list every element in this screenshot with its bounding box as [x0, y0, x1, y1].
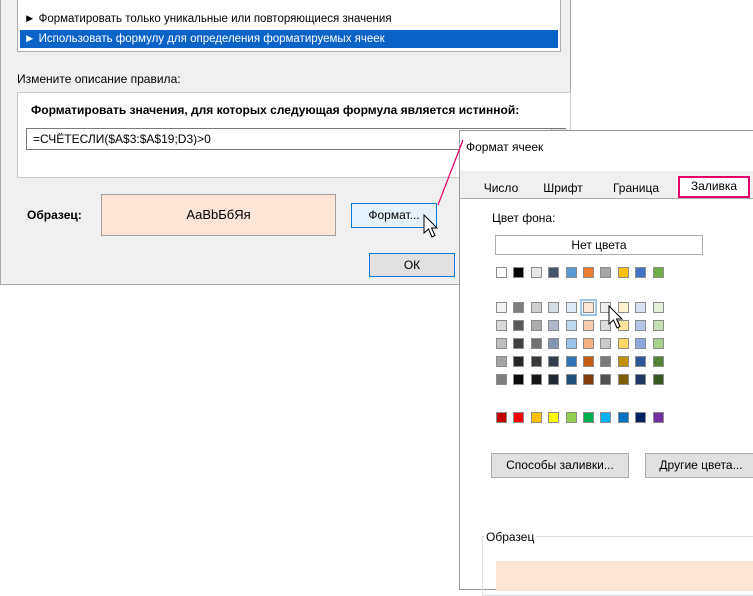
tab-panel-border [460, 198, 753, 199]
color-swatch-tint4-5[interactable] [566, 356, 577, 367]
color-swatch-tint2-9[interactable] [635, 320, 646, 331]
tab-strip: Число Шрифт Граница Заливка [460, 171, 753, 198]
color-swatch-tint1-3[interactable] [531, 302, 542, 313]
sample-group-label: Образец [484, 530, 537, 544]
color-swatch-standard-5[interactable] [566, 412, 577, 423]
color-swatch-tint1-4[interactable] [548, 302, 559, 313]
color-swatch-tint3-1[interactable] [496, 338, 507, 349]
rule-type-list[interactable]: ► Форматировать только уникальные или по… [17, 0, 561, 52]
color-swatch-tint4-2[interactable] [513, 356, 524, 367]
color-swatch-standard-3[interactable] [531, 412, 542, 423]
color-swatch-tint4-4[interactable] [548, 356, 559, 367]
color-swatch-theme-7[interactable] [600, 267, 611, 278]
color-swatch-theme-10[interactable] [653, 267, 664, 278]
color-swatch-standard-6[interactable] [583, 412, 594, 423]
color-swatch-tint4-9[interactable] [635, 356, 646, 367]
tab-font[interactable]: Шрифт [534, 178, 592, 198]
color-swatch-tint5-9[interactable] [635, 374, 646, 385]
dialog-title: Формат ячеек [466, 140, 544, 154]
color-swatch-tint5-8[interactable] [618, 374, 629, 385]
color-swatch-theme-5[interactable] [566, 267, 577, 278]
color-swatch-tint3-9[interactable] [635, 338, 646, 349]
color-swatch-tint3-2[interactable] [513, 338, 524, 349]
formula-group-title: Форматировать значения, для которых след… [31, 103, 520, 117]
color-swatch-tint1-2[interactable] [513, 302, 524, 313]
color-swatch-standard-8[interactable] [618, 412, 629, 423]
color-swatch-tint2-6[interactable] [583, 320, 594, 331]
color-swatch-tint3-7[interactable] [600, 338, 611, 349]
color-swatch-theme-1[interactable] [496, 267, 507, 278]
sample-preview: АаВbБбЯя [101, 194, 336, 236]
color-swatch-tint3-8[interactable] [618, 338, 629, 349]
color-swatch-standard-9[interactable] [635, 412, 646, 423]
color-swatch-tint3-6[interactable] [583, 338, 594, 349]
color-swatch-tint2-3[interactable] [531, 320, 542, 331]
color-swatch-tint5-5[interactable] [566, 374, 577, 385]
rule-type-unique-duplicate[interactable]: ► Форматировать только уникальные или по… [20, 10, 558, 28]
color-swatch-tint5-3[interactable] [531, 374, 542, 385]
color-swatch-tint1-1[interactable] [496, 302, 507, 313]
color-swatch-tint3-3[interactable] [531, 338, 542, 349]
bg-color-label: Цвет фона: [492, 211, 556, 225]
tab-border[interactable]: Граница [600, 178, 672, 198]
color-swatch-tint1-6[interactable] [580, 299, 597, 316]
color-swatch-theme-9[interactable] [635, 267, 646, 278]
color-swatch-tint2-10[interactable] [653, 320, 664, 331]
color-swatch-tint1-10[interactable] [653, 302, 664, 313]
color-swatch-tint4-6[interactable] [583, 356, 594, 367]
no-color-button[interactable]: Нет цвета [495, 235, 703, 255]
color-swatch-standard-7[interactable] [600, 412, 611, 423]
color-swatch-theme-2[interactable] [513, 267, 524, 278]
color-swatch-tint2-2[interactable] [513, 320, 524, 331]
color-swatch-tint3-4[interactable] [548, 338, 559, 349]
sample-fill-preview [496, 561, 753, 591]
color-swatch-standard-10[interactable] [653, 412, 664, 423]
rule-type-use-formula[interactable]: ► Использовать формулу для определения ф… [20, 30, 558, 48]
more-colors-button[interactable]: Другие цвета... [645, 453, 753, 478]
color-swatch-tint3-5[interactable] [566, 338, 577, 349]
color-swatch-tint1-9[interactable] [635, 302, 646, 313]
color-swatch-tint4-1[interactable] [496, 356, 507, 367]
edit-description-label: Измените описание правила: [17, 72, 181, 86]
format-cells-dialog: Формат ячеек Число Шрифт Граница Заливка… [459, 130, 753, 596]
color-swatch-tint2-4[interactable] [548, 320, 559, 331]
color-swatch-tint5-10[interactable] [653, 374, 664, 385]
color-swatch-tint4-7[interactable] [600, 356, 611, 367]
fill-effects-button[interactable]: Способы заливки... [491, 453, 629, 478]
ok-button[interactable]: ОК [369, 253, 455, 277]
tab-number[interactable]: Число [478, 178, 524, 198]
color-swatch-tint3-10[interactable] [653, 338, 664, 349]
color-swatch-tint1-5[interactable] [566, 302, 577, 313]
color-swatch-tint5-4[interactable] [548, 374, 559, 385]
color-swatch-tint2-1[interactable] [496, 320, 507, 331]
color-swatch-standard-1[interactable] [496, 412, 507, 423]
color-swatch-standard-2[interactable] [513, 412, 524, 423]
color-swatch-theme-4[interactable] [548, 267, 559, 278]
color-swatch-tint4-8[interactable] [618, 356, 629, 367]
color-swatch-tint2-5[interactable] [566, 320, 577, 331]
mouse-cursor-icon [423, 214, 439, 238]
sample-label: Образец: [27, 208, 82, 222]
color-swatch-theme-8[interactable] [618, 267, 629, 278]
tab-fill[interactable]: Заливка [678, 176, 750, 198]
color-swatch-theme-3[interactable] [531, 267, 542, 278]
color-swatch-tint4-10[interactable] [653, 356, 664, 367]
color-swatch-standard-4[interactable] [548, 412, 559, 423]
color-swatch-tint5-7[interactable] [600, 374, 611, 385]
color-swatch-tint5-2[interactable] [513, 374, 524, 385]
color-swatch-tint5-1[interactable] [496, 374, 507, 385]
color-swatch-tint5-6[interactable] [583, 374, 594, 385]
mouse-cursor-icon [608, 305, 624, 329]
color-swatch-tint4-3[interactable] [531, 356, 542, 367]
color-swatch-theme-6[interactable] [583, 267, 594, 278]
